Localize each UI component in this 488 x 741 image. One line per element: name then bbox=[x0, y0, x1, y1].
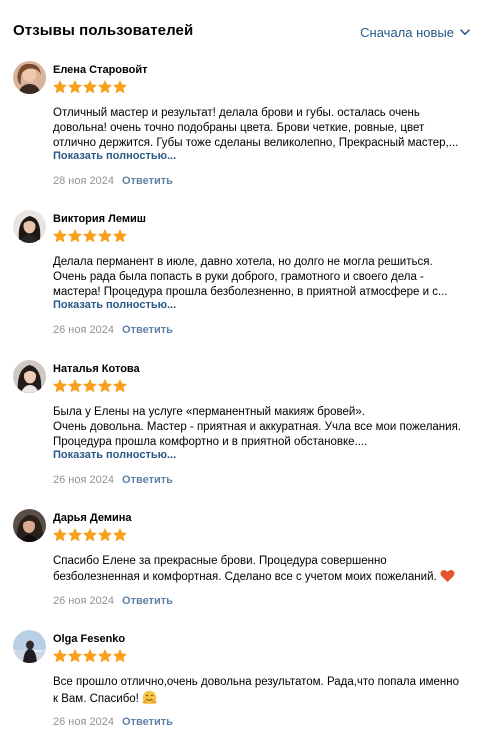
review-text: Отличный мастер и результат! делала бров… bbox=[53, 106, 475, 151]
avatar[interactable] bbox=[13, 360, 46, 393]
sort-dropdown[interactable]: Сначала новые bbox=[360, 25, 470, 40]
review-text-line: Была у Елены на услуге «перманентный мак… bbox=[53, 406, 365, 418]
chevron-down-icon bbox=[460, 29, 470, 35]
star-icon bbox=[83, 80, 97, 93]
star-icon bbox=[113, 229, 127, 242]
review-text-line: довольна! очень точно подобраны цвета. Б… bbox=[53, 122, 425, 134]
star-rating bbox=[53, 80, 127, 94]
star-icon bbox=[83, 649, 97, 662]
review-author[interactable]: Наталья Котова bbox=[53, 363, 140, 375]
review-text-line: мастера! Процедура прошла безболезненно,… bbox=[53, 286, 448, 298]
star-rating bbox=[53, 229, 127, 243]
reply-link[interactable]: Ответить bbox=[122, 474, 173, 486]
review-text-line: безболезненная и комфортная. Сделано все… bbox=[53, 569, 475, 585]
sort-label: Сначала новые bbox=[360, 25, 454, 40]
review-text-line: Все прошло отлично,очень довольна резуль… bbox=[53, 676, 460, 688]
star-icon bbox=[53, 80, 67, 93]
star-icon bbox=[68, 379, 82, 392]
star-icon bbox=[98, 80, 112, 93]
star-icon bbox=[113, 649, 127, 662]
reply-link[interactable]: Ответить bbox=[122, 175, 173, 187]
review-meta: 26 ноя 2024 Ответить bbox=[53, 324, 173, 336]
avatar[interactable] bbox=[13, 630, 46, 663]
page-title: Отзывы пользователей bbox=[13, 22, 194, 39]
star-icon bbox=[113, 379, 127, 392]
star-icon bbox=[68, 80, 82, 93]
review-author[interactable]: Елена Старовойт bbox=[53, 64, 148, 76]
review-author[interactable]: Дарья Демина bbox=[53, 512, 132, 524]
star-rating bbox=[53, 379, 127, 393]
star-icon bbox=[113, 80, 127, 93]
star-icon bbox=[83, 229, 97, 242]
star-icon bbox=[83, 528, 97, 541]
review-text-line: Делала перманент в июле, давно хотела, н… bbox=[53, 256, 433, 268]
review-text: Спасибо Елене за прекрасные брови. Проце… bbox=[53, 554, 475, 585]
reply-link[interactable]: Ответить bbox=[122, 716, 173, 728]
star-icon bbox=[113, 528, 127, 541]
review-date: 28 ноя 2024 bbox=[53, 175, 114, 187]
reviews-header: Отзывы пользователей Сначала новые bbox=[13, 22, 470, 46]
review-text: Делала перманент в июле, давно хотела, н… bbox=[53, 255, 475, 300]
star-icon bbox=[53, 649, 67, 662]
review-date: 26 ноя 2024 bbox=[53, 474, 114, 486]
review-author[interactable]: Olga Fesenko bbox=[53, 633, 125, 645]
review-meta: 26 ноя 2024 Ответить bbox=[53, 716, 173, 728]
review-date: 26 ноя 2024 bbox=[53, 595, 114, 607]
review-text: Все прошло отлично,очень довольна резуль… bbox=[53, 675, 475, 707]
show-more-link[interactable]: Показать полностью... bbox=[53, 299, 176, 311]
reply-link[interactable]: Ответить bbox=[122, 595, 173, 607]
review-text-line: Очень рада была попасть в руки доброго, … bbox=[53, 271, 424, 283]
avatar[interactable] bbox=[13, 210, 46, 243]
star-icon bbox=[68, 229, 82, 242]
star-icon bbox=[98, 229, 112, 242]
hugging-face-emoji bbox=[142, 690, 157, 705]
star-icon bbox=[53, 229, 67, 242]
review-text-line: Спасибо Елене за прекрасные брови. Проце… bbox=[53, 555, 387, 567]
heart-emoji bbox=[440, 569, 455, 582]
reply-link[interactable]: Ответить bbox=[122, 324, 173, 336]
review-text: Была у Елены на услуге «перманентный мак… bbox=[53, 405, 475, 450]
review-meta: 26 ноя 2024 Ответить bbox=[53, 595, 173, 607]
show-more-link[interactable]: Показать полностью... bbox=[53, 449, 176, 461]
star-rating bbox=[53, 528, 127, 542]
avatar[interactable] bbox=[13, 509, 46, 542]
avatar[interactable] bbox=[13, 61, 46, 94]
review-date: 26 ноя 2024 bbox=[53, 324, 114, 336]
star-icon bbox=[98, 528, 112, 541]
star-icon bbox=[98, 379, 112, 392]
review-meta: 26 ноя 2024 Ответить bbox=[53, 474, 173, 486]
review-meta: 28 ноя 2024 Ответить bbox=[53, 175, 173, 187]
review-author[interactable]: Виктория Лемиш bbox=[53, 213, 146, 225]
review-text-line: Процедура прошла комфортно и в приятной … bbox=[53, 436, 368, 448]
review-text-line: к Вам. Спасибо! bbox=[53, 690, 475, 707]
star-icon bbox=[98, 649, 112, 662]
review-text-line: отлично держится. Губы тоже сделаны вели… bbox=[53, 137, 459, 149]
review-text-line: Отличный мастер и результат! делала бров… bbox=[53, 107, 420, 119]
star-icon bbox=[68, 649, 82, 662]
star-icon bbox=[53, 528, 67, 541]
review-date: 26 ноя 2024 bbox=[53, 716, 114, 728]
show-more-link[interactable]: Показать полностью... bbox=[53, 150, 176, 162]
review-text-line: Очень довольна. Мастер - приятная и акку… bbox=[53, 421, 461, 433]
star-icon bbox=[83, 379, 97, 392]
star-icon bbox=[68, 528, 82, 541]
star-rating bbox=[53, 649, 127, 663]
star-icon bbox=[53, 379, 67, 392]
